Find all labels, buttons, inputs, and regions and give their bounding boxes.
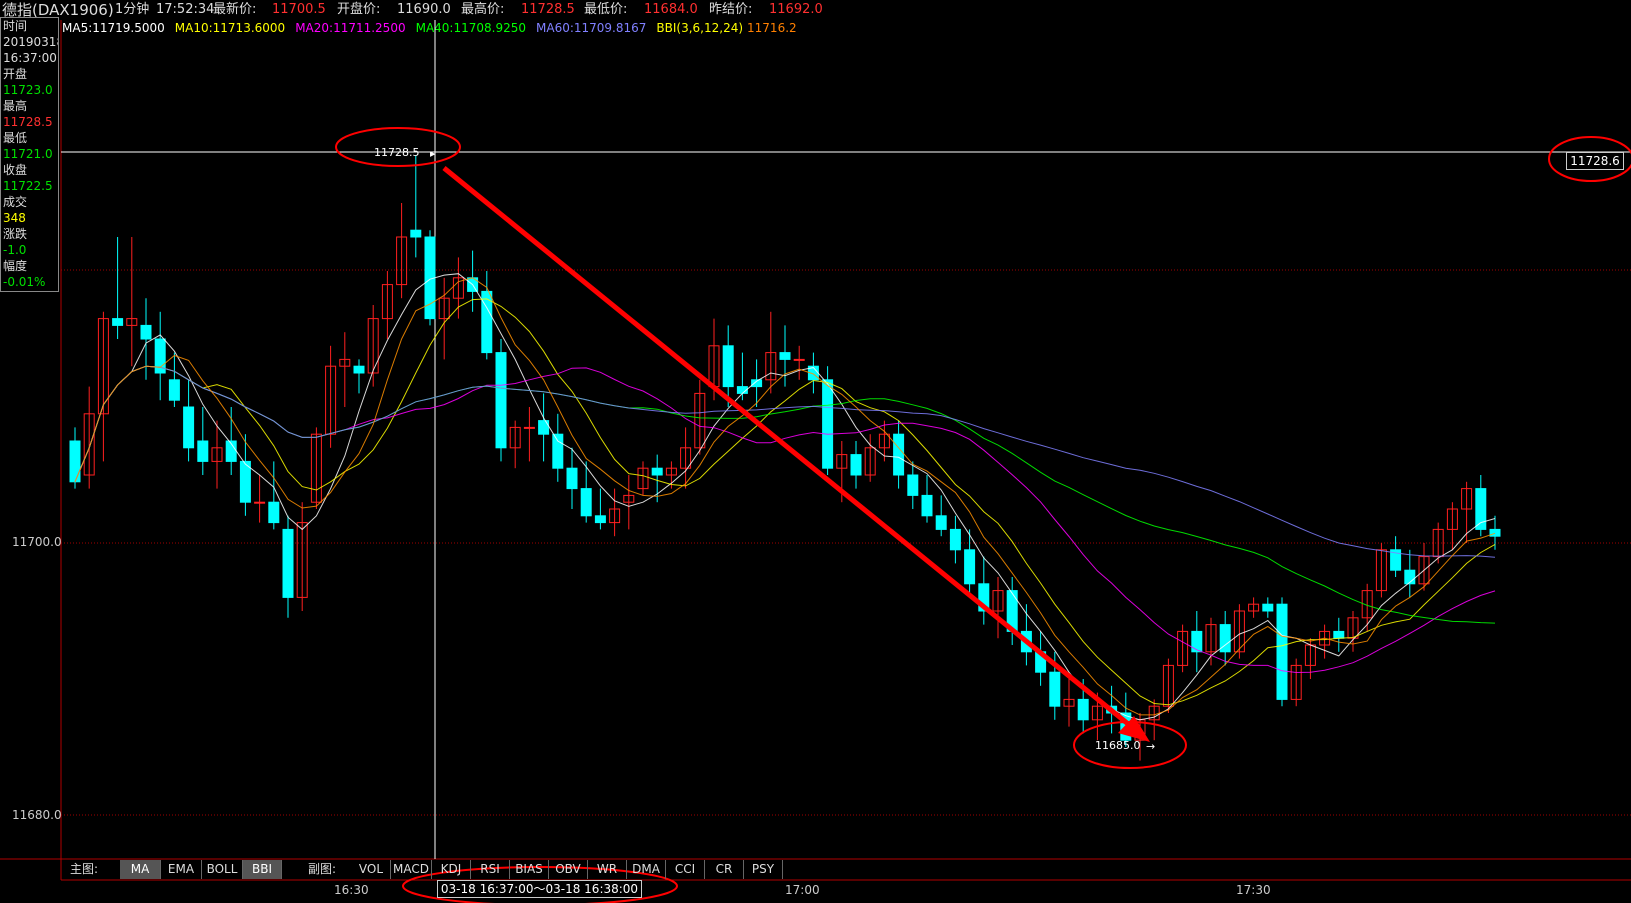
candle-body [1262, 603, 1274, 612]
candle-body [140, 324, 152, 340]
info-change: -1.0 [3, 243, 27, 257]
tab-bias[interactable]: BIAS [510, 860, 549, 879]
candle-body [1333, 630, 1345, 639]
candle-body [779, 352, 791, 360]
tab-kdj[interactable]: KDJ [432, 860, 471, 879]
tab-ma[interactable]: MA [120, 860, 161, 879]
candle-body [1049, 671, 1061, 707]
high-point-label: 11728.5 [374, 146, 420, 159]
y-tick-11680: 11680.0 [12, 808, 62, 822]
candle-body [949, 528, 961, 551]
bar-info-panel: 时间 20190318 16:37:00 开盘 11723.0 最高 11728… [0, 17, 59, 292]
candle-body [822, 379, 834, 469]
candle-body [893, 433, 905, 476]
info-volume: 348 [3, 211, 26, 225]
info-open: 11723.0 [3, 83, 53, 97]
sub-chart-label: 副图: [308, 862, 337, 876]
tab-cr[interactable]: CR [705, 860, 744, 879]
candle-body [254, 501, 266, 504]
candle-body [850, 454, 862, 476]
tab-vol[interactable]: VOL [352, 860, 391, 879]
info-time-label: 时间 [3, 19, 28, 33]
high-point-arrow-icon: ▸ [430, 147, 436, 160]
candle-body [1276, 603, 1288, 700]
candle-body [793, 358, 805, 361]
selected-range-box: 03-18 16:37:00～03-18 16:38:00 [437, 880, 642, 898]
candle-body [651, 467, 663, 476]
info-volume-label: 成交 [3, 195, 28, 209]
low-point-label: 11685.0 [1095, 739, 1141, 752]
tab-cci[interactable]: CCI [666, 860, 705, 879]
candle-body [964, 549, 976, 585]
candle-body [523, 426, 535, 429]
candle-body [594, 515, 606, 524]
tab-boll[interactable]: BOLL [202, 860, 243, 879]
info-change-label: 涨跌 [3, 227, 28, 241]
candle-body [197, 440, 209, 462]
x-tick-1730: 17:30 [1236, 883, 1271, 897]
candle-body [239, 460, 251, 503]
candle-body [410, 229, 422, 238]
info-open-label: 开盘 [3, 67, 28, 81]
x-tick-1630: 16:30 [334, 883, 369, 897]
candle-body [1475, 488, 1487, 530]
tab-bbi[interactable]: BBI [243, 860, 282, 879]
info-close: 11722.5 [3, 179, 53, 193]
candle-body [935, 515, 947, 530]
indicator-tab-bar: 主图: MA EMA BOLL BBI 副图: VOL MACD KDJ RSI… [62, 860, 1622, 880]
candle-body [112, 318, 124, 326]
low-point-arrow-icon: → [1146, 740, 1155, 753]
candle-body [282, 528, 294, 598]
trend-arrow-line [442, 166, 1140, 734]
candle-body [183, 406, 195, 449]
info-high-label: 最高 [3, 99, 28, 113]
info-low-label: 最低 [3, 131, 28, 145]
info-close-label: 收盘 [3, 163, 28, 177]
candle-body [1191, 630, 1203, 653]
candle-body [921, 494, 933, 517]
y-tick-11700: 11700.0 [12, 535, 62, 549]
candle-body [566, 467, 578, 490]
candle-body [552, 433, 564, 469]
tab-rsi[interactable]: RSI [471, 860, 510, 879]
info-low: 11721.0 [3, 147, 53, 161]
candle-body [268, 501, 280, 524]
info-pct-label: 幅度 [3, 259, 28, 273]
candle-body [907, 474, 919, 496]
tab-macd[interactable]: MACD [391, 860, 432, 879]
candle-body [168, 379, 180, 401]
x-tick-1700: 17:00 [785, 883, 820, 897]
tab-ema[interactable]: EMA [161, 860, 202, 879]
candle-body [580, 488, 592, 517]
candle-body [353, 365, 365, 374]
candle-body [722, 345, 734, 388]
tab-obv[interactable]: OBV [549, 860, 588, 879]
kline-chart[interactable]: ▸→ [0, 0, 1631, 903]
tab-psy[interactable]: PSY [744, 860, 783, 879]
tab-dma[interactable]: DMA [627, 860, 666, 879]
candle-body [495, 352, 507, 449]
crosshair-price-box: 11728.6 [1566, 152, 1624, 170]
main-chart-label: 主图: [70, 862, 99, 876]
info-time: 16:37:00 [3, 51, 57, 65]
candle-body [1077, 698, 1089, 721]
tab-wr[interactable]: WR [588, 860, 627, 879]
info-high: 11728.5 [3, 115, 53, 129]
info-date: 20190318 [3, 35, 58, 49]
candle-body [1489, 528, 1501, 537]
candle-body [69, 440, 81, 483]
info-pct: -0.01% [3, 275, 46, 289]
